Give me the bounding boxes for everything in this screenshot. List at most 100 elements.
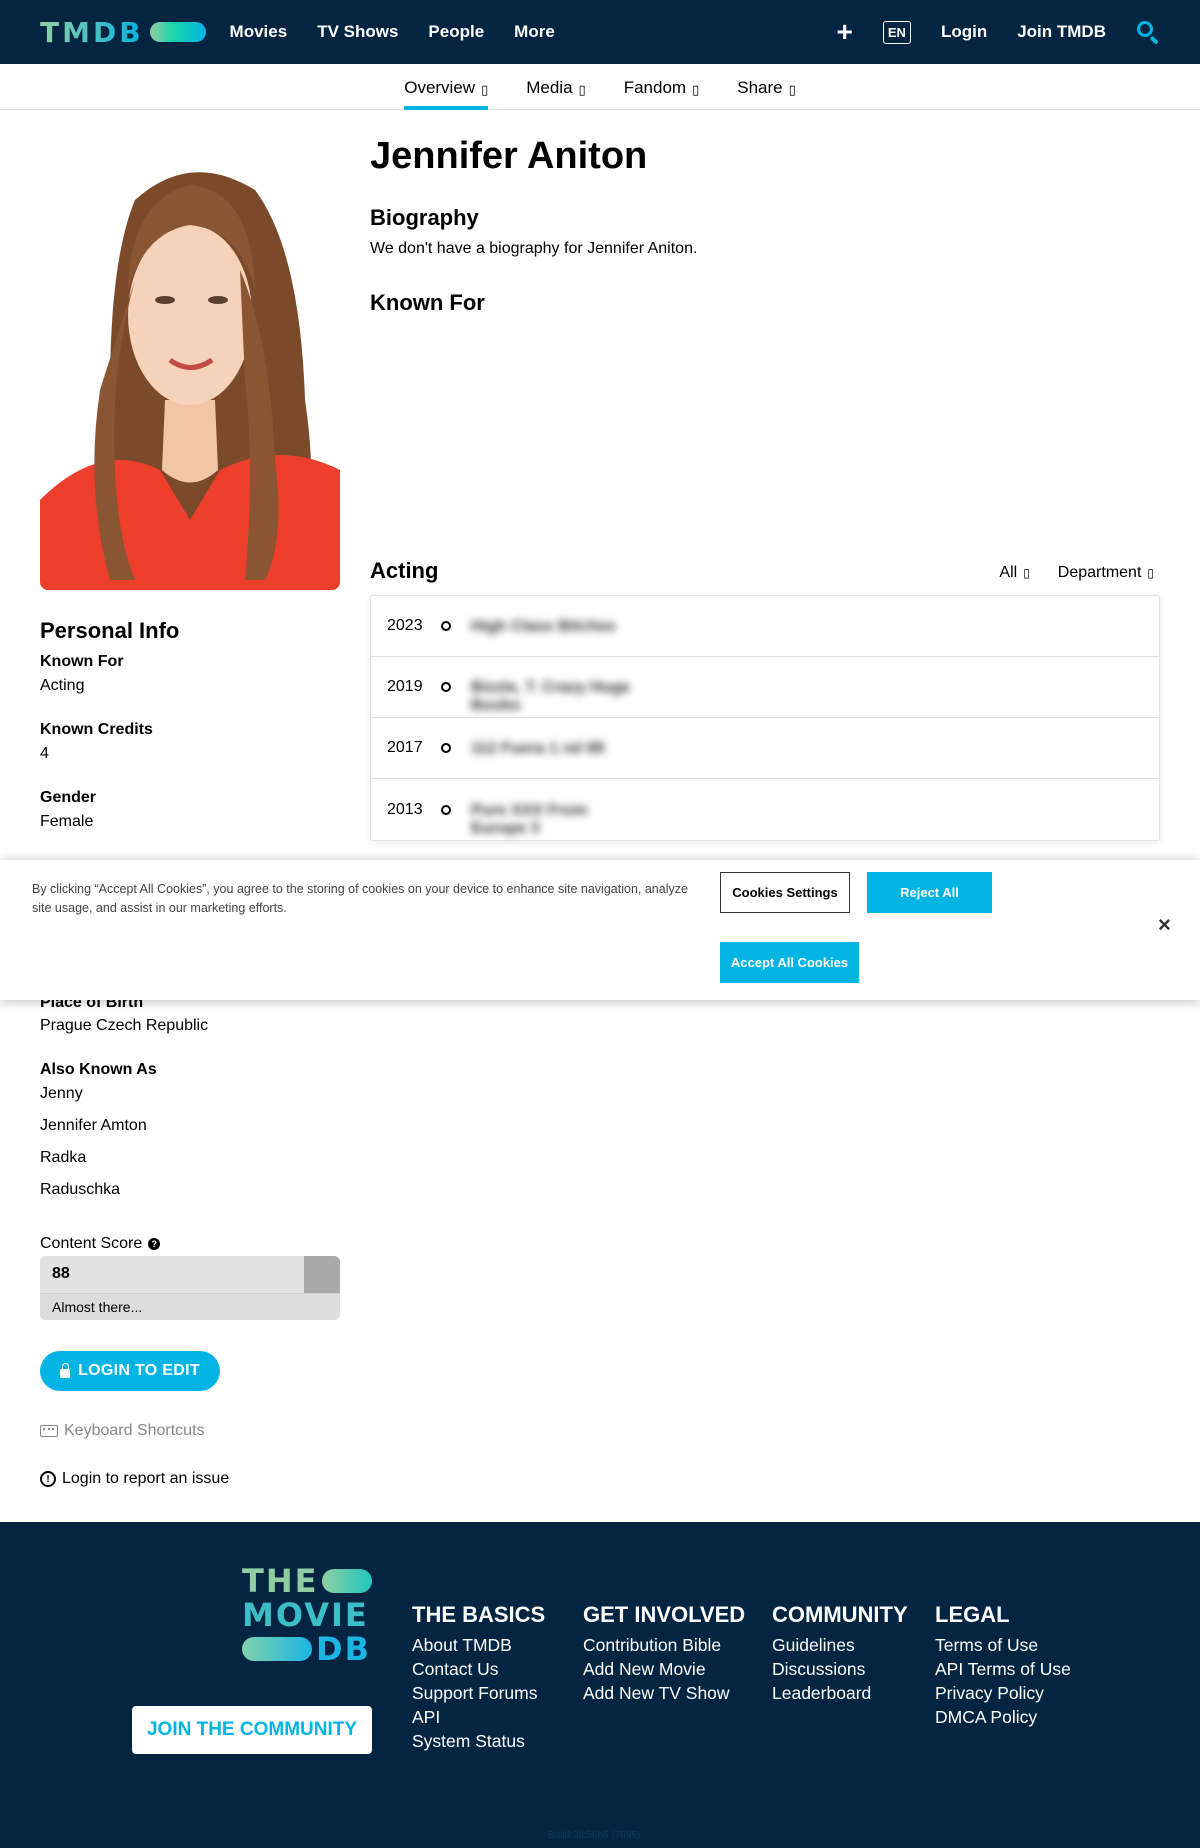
content-score-value: 88 [52,1265,70,1282]
profile-photo-illustration [40,140,340,590]
known-for-label: Known For [40,653,124,670]
footer-logo-line: THE [242,1562,319,1600]
table-row: 2023 High Class Bitches [371,596,1159,657]
keyboard-shortcuts-link[interactable]: Keyboard Shortcuts [40,1422,205,1440]
footer-link[interactable]: Privacy Policy [935,1681,1071,1705]
tmdb-logo[interactable]: TMDB [40,16,206,49]
tab-fandom[interactable]: Fandom ▯ [624,64,700,110]
keyboard-shortcuts-label: Keyboard Shortcuts [64,1422,205,1439]
chevron-down-icon: ▯ [788,82,796,97]
footer-link[interactable]: Leaderboard [772,1681,908,1705]
logo-text: TMDB [40,15,144,49]
footer-link[interactable]: Discussions [772,1657,908,1681]
credit-year: 2013 [387,800,423,818]
content-score-label: Content Score ? [40,1235,161,1253]
login-to-edit-button[interactable]: LOGIN TO EDIT [40,1351,220,1391]
place-of-birth-value: Prague Czech Republic [40,1017,209,1034]
known-credits-value: 4 [40,745,49,762]
profile-photo[interactable] [40,140,340,590]
help-icon[interactable]: ? [148,1238,161,1250]
language-selector[interactable]: EN [882,20,911,44]
plus-icon[interactable]: + [837,18,853,46]
table-row: 2019 Bizzle, T. Crazy Huge Boobs [371,657,1159,718]
report-issue-label: Login to report an issue [62,1470,230,1487]
footer-col-basics: The Basics About TMDB Contact Us Support… [412,1602,545,1753]
sub-navigation: Overview ▯ Media ▯ Fandom ▯ Share ▯ [0,64,1200,110]
table-row: 2013 Pure XXX From Europe 3 [371,779,1159,840]
footer-col-community: Community Guidelines Discussions Leaderb… [772,1602,908,1705]
footer-link[interactable]: API Terms of Use [935,1657,1071,1681]
list-item: Radka [40,1149,87,1166]
credit-dot-icon[interactable] [441,621,451,631]
content-score-note: Almost there... [40,1293,340,1320]
credit-title[interactable]: Pure XXX From Europe 3 [471,802,631,837]
known-for-heading: Known For [370,290,485,315]
footer: THE MOVIE DB JOIN THE COMMUNITY The Basi… [0,1522,1200,1848]
chevron-down-icon: ▯ [481,82,489,97]
chevron-down-icon: ▯ [692,82,700,97]
credit-year: 2023 [387,617,423,634]
footer-link[interactable]: API [412,1705,545,1729]
footer-logo-line: MOVIE [242,1596,369,1634]
footer-link[interactable]: Guidelines [772,1633,908,1657]
tab-media[interactable]: Media ▯ [526,64,585,110]
report-issue-link[interactable]: ! Login to report an issue [40,1470,229,1488]
credit-dot-icon[interactable] [441,682,451,692]
footer-link[interactable]: Contribution Bible [583,1633,745,1657]
person-name: Jennifer Aniton [370,135,648,177]
accept-all-cookies-button[interactable]: Accept All Cookies [720,942,859,983]
credit-title[interactable]: High Class Bitches [471,618,631,635]
reject-all-button[interactable]: Reject All [867,872,992,913]
list-item: Jennifer Amton [40,1117,147,1134]
footer-link[interactable]: System Status [412,1729,545,1753]
nav-tv-shows[interactable]: TV Shows [317,22,398,42]
cookies-settings-button[interactable]: Cookies Settings [720,872,850,913]
footer-link[interactable]: Contact Us [412,1657,545,1681]
credit-year: 2017 [387,739,423,756]
content-score-bar [40,1256,340,1293]
footer-link[interactable]: Add New Movie [583,1657,745,1681]
login-link[interactable]: Login [941,22,987,42]
footer-heading: Legal [935,1602,1010,1627]
filter-all[interactable]: All ▯ [999,564,1029,582]
lock-icon [60,1362,71,1378]
main-nav: Movies TV Shows People More [230,22,555,42]
biography-text: We don't have a biography for Jennifer A… [370,240,698,257]
logo-pill-shape [242,1637,312,1661]
credit-year: 2019 [387,678,423,695]
login-to-edit-label: LOGIN TO EDIT [78,1362,200,1379]
credit-dot-icon[interactable] [441,804,451,815]
tab-overview[interactable]: Overview ▯ [404,64,489,110]
tab-label: Fandom [623,78,687,97]
footer-link[interactable]: Terms of Use [935,1633,1071,1657]
footer-col-legal: Legal Terms of Use API Terms of Use Priv… [935,1602,1071,1729]
join-link[interactable]: Join TMDB [1017,22,1106,42]
footer-link[interactable]: About TMDB [412,1633,545,1657]
content-score-box: 88 Almost there... [40,1256,340,1320]
search-icon[interactable] [1136,20,1160,45]
credit-title[interactable]: 112 Fuera 1 nd 88 [471,740,631,757]
tab-label: Share [737,78,783,97]
footer-link[interactable]: Add New TV Show [583,1681,745,1705]
chevron-down-icon: ▯ [578,82,586,97]
footer-link[interactable]: Support Forums [412,1681,545,1705]
nav-movies[interactable]: Movies [230,22,288,42]
acting-heading: Acting [370,558,439,583]
footer-logo[interactable]: THE MOVIE DB [242,1564,374,1666]
gender-value: Female [40,813,94,830]
table-row: 2017 112 Fuera 1 nd 88 [371,718,1159,779]
list-item: Jenny [40,1085,83,1102]
footer-heading: The Basics [412,1602,546,1627]
credit-title[interactable]: Bizzle, T. Crazy Huge Boobs [471,679,631,714]
tab-share[interactable]: Share ▯ [737,64,796,110]
credit-dot-icon[interactable] [441,743,451,753]
alert-icon: ! [40,1471,56,1487]
nav-more[interactable]: More [514,22,555,42]
nav-people[interactable]: People [428,22,484,42]
footer-link[interactable]: DMCA Policy [935,1705,1071,1729]
filter-department[interactable]: Department ▯ [1058,564,1154,582]
header-right: + EN Login Join TMDB [837,18,1160,46]
close-icon[interactable]: × [1158,912,1171,938]
join-community-button[interactable]: JOIN THE COMMUNITY [132,1706,372,1754]
footer-heading: Community [772,1602,908,1627]
